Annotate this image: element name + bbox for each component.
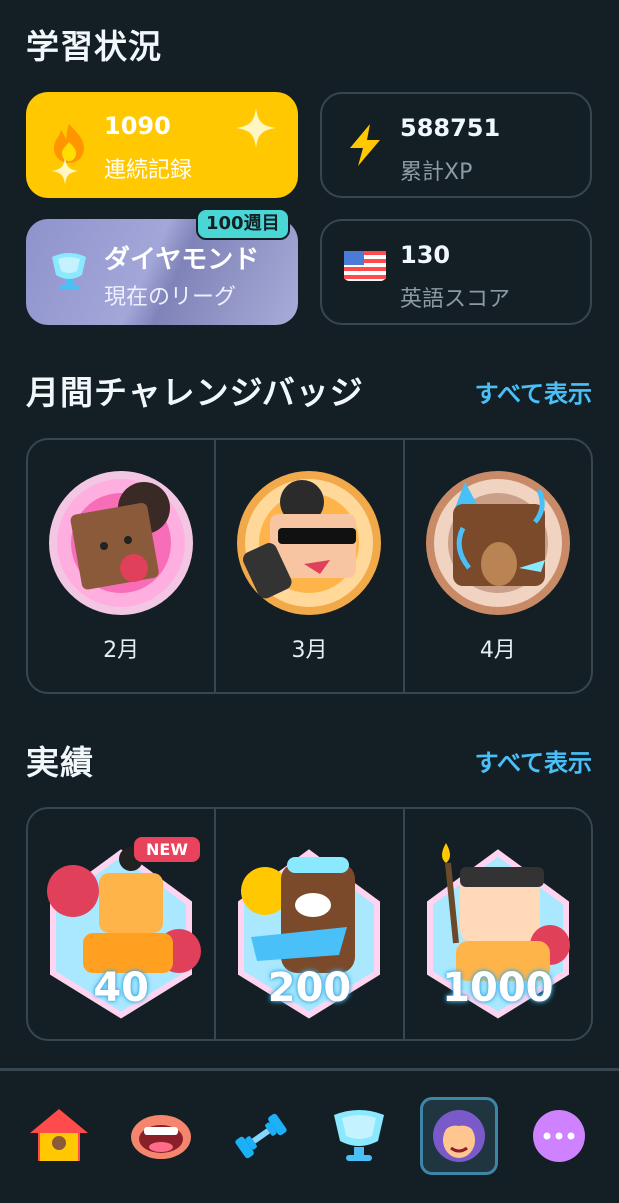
nav-more[interactable]: [530, 1103, 596, 1169]
score-card[interactable]: 130 英語スコア: [320, 219, 592, 325]
monthly-badge-feb[interactable]: 2月: [28, 440, 217, 692]
achievements-see-all-link[interactable]: すべて表示: [475, 743, 592, 778]
us-flag-icon: [344, 251, 386, 281]
streak-label: 連続記録: [104, 158, 193, 183]
monthly-badge-apr[interactable]: 4月: [405, 440, 591, 692]
page-title: 学習状況: [26, 27, 162, 66]
streak-value: 1090: [104, 112, 171, 140]
achievement-item[interactable]: 200: [216, 809, 405, 1039]
nav-leagues[interactable]: [326, 1103, 392, 1169]
monthly-see-all-link[interactable]: すべて表示: [475, 374, 592, 409]
rose-badge-icon: [49, 471, 194, 615]
nav-profile[interactable]: [420, 1097, 498, 1175]
characters-icon: [131, 1115, 191, 1159]
nav-home[interactable]: [26, 1103, 92, 1169]
new-tag: NEW: [134, 837, 200, 862]
monthly-badge-mar[interactable]: 3月: [216, 440, 405, 692]
profile-icon: [433, 1110, 485, 1162]
diamond-trophy-icon: [52, 253, 86, 290]
monthly-badges-title: 月間チャレンジバッジ: [26, 373, 364, 412]
streak-card[interactable]: 1090 連続記録: [26, 92, 298, 198]
lightning-icon: [350, 124, 380, 166]
month-label: 2月: [103, 638, 140, 663]
nav-practice[interactable]: [228, 1103, 294, 1169]
agent-badge-icon: [237, 471, 382, 615]
month-label: 4月: [479, 638, 516, 663]
sparkle-icon: [236, 108, 276, 148]
party-bear-badge-icon: [425, 471, 570, 615]
month-label: 3月: [291, 638, 328, 663]
achievements-panel: NEW 40 200 1000: [26, 807, 593, 1041]
achievements-title: 実績: [26, 743, 94, 782]
achievement-value: 200: [267, 965, 352, 1011]
xp-label: 累計XP: [400, 160, 473, 185]
home-icon: [30, 1109, 88, 1161]
achievement-item[interactable]: 1000: [405, 809, 591, 1039]
bottom-nav: [0, 1068, 619, 1203]
xp-card[interactable]: 588751 累計XP: [320, 92, 592, 198]
league-label: 現在のリーグ: [104, 285, 237, 310]
achievement-value: 1000: [442, 965, 554, 1011]
score-value: 130: [400, 241, 451, 269]
nav-characters[interactable]: [128, 1103, 194, 1169]
leagues-icon: [334, 1110, 384, 1161]
score-label: 英語スコア: [400, 287, 511, 312]
practice-icon: [235, 1113, 287, 1159]
sparkle-icon: [51, 157, 79, 185]
achievement-item[interactable]: NEW 40: [28, 809, 217, 1039]
league-value: ダイヤモンド: [104, 245, 260, 275]
achievement-value: 40: [93, 965, 149, 1011]
xp-value: 588751: [400, 114, 501, 142]
monthly-badges-panel: 2月 3月 4月: [26, 438, 593, 694]
more-icon: [533, 1110, 585, 1162]
league-weeks-badge: 100週目: [196, 208, 290, 240]
